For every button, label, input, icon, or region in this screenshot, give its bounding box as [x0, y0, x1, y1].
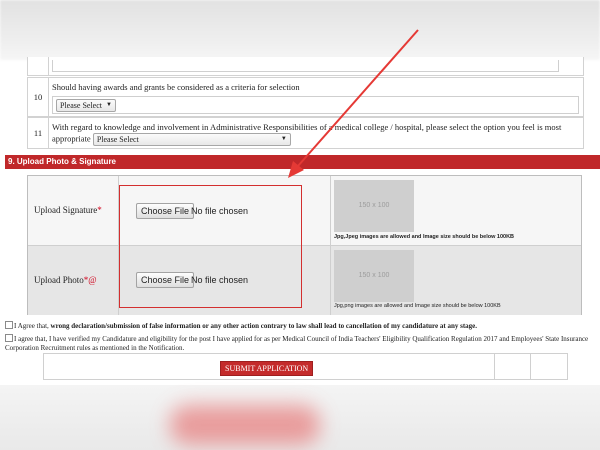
blurred-button — [170, 405, 320, 445]
agree-checkbox-2[interactable] — [5, 334, 13, 342]
annotation-arrow — [288, 29, 419, 178]
submit-application-button[interactable]: SUBMIT APPLICATION — [220, 361, 314, 376]
agreement-2: I agree that, I have verified my Candida… — [5, 334, 589, 352]
agree-checkbox-1[interactable] — [5, 321, 13, 329]
agreement-1: I Agree that, wrong declaration/submissi… — [5, 321, 595, 331]
